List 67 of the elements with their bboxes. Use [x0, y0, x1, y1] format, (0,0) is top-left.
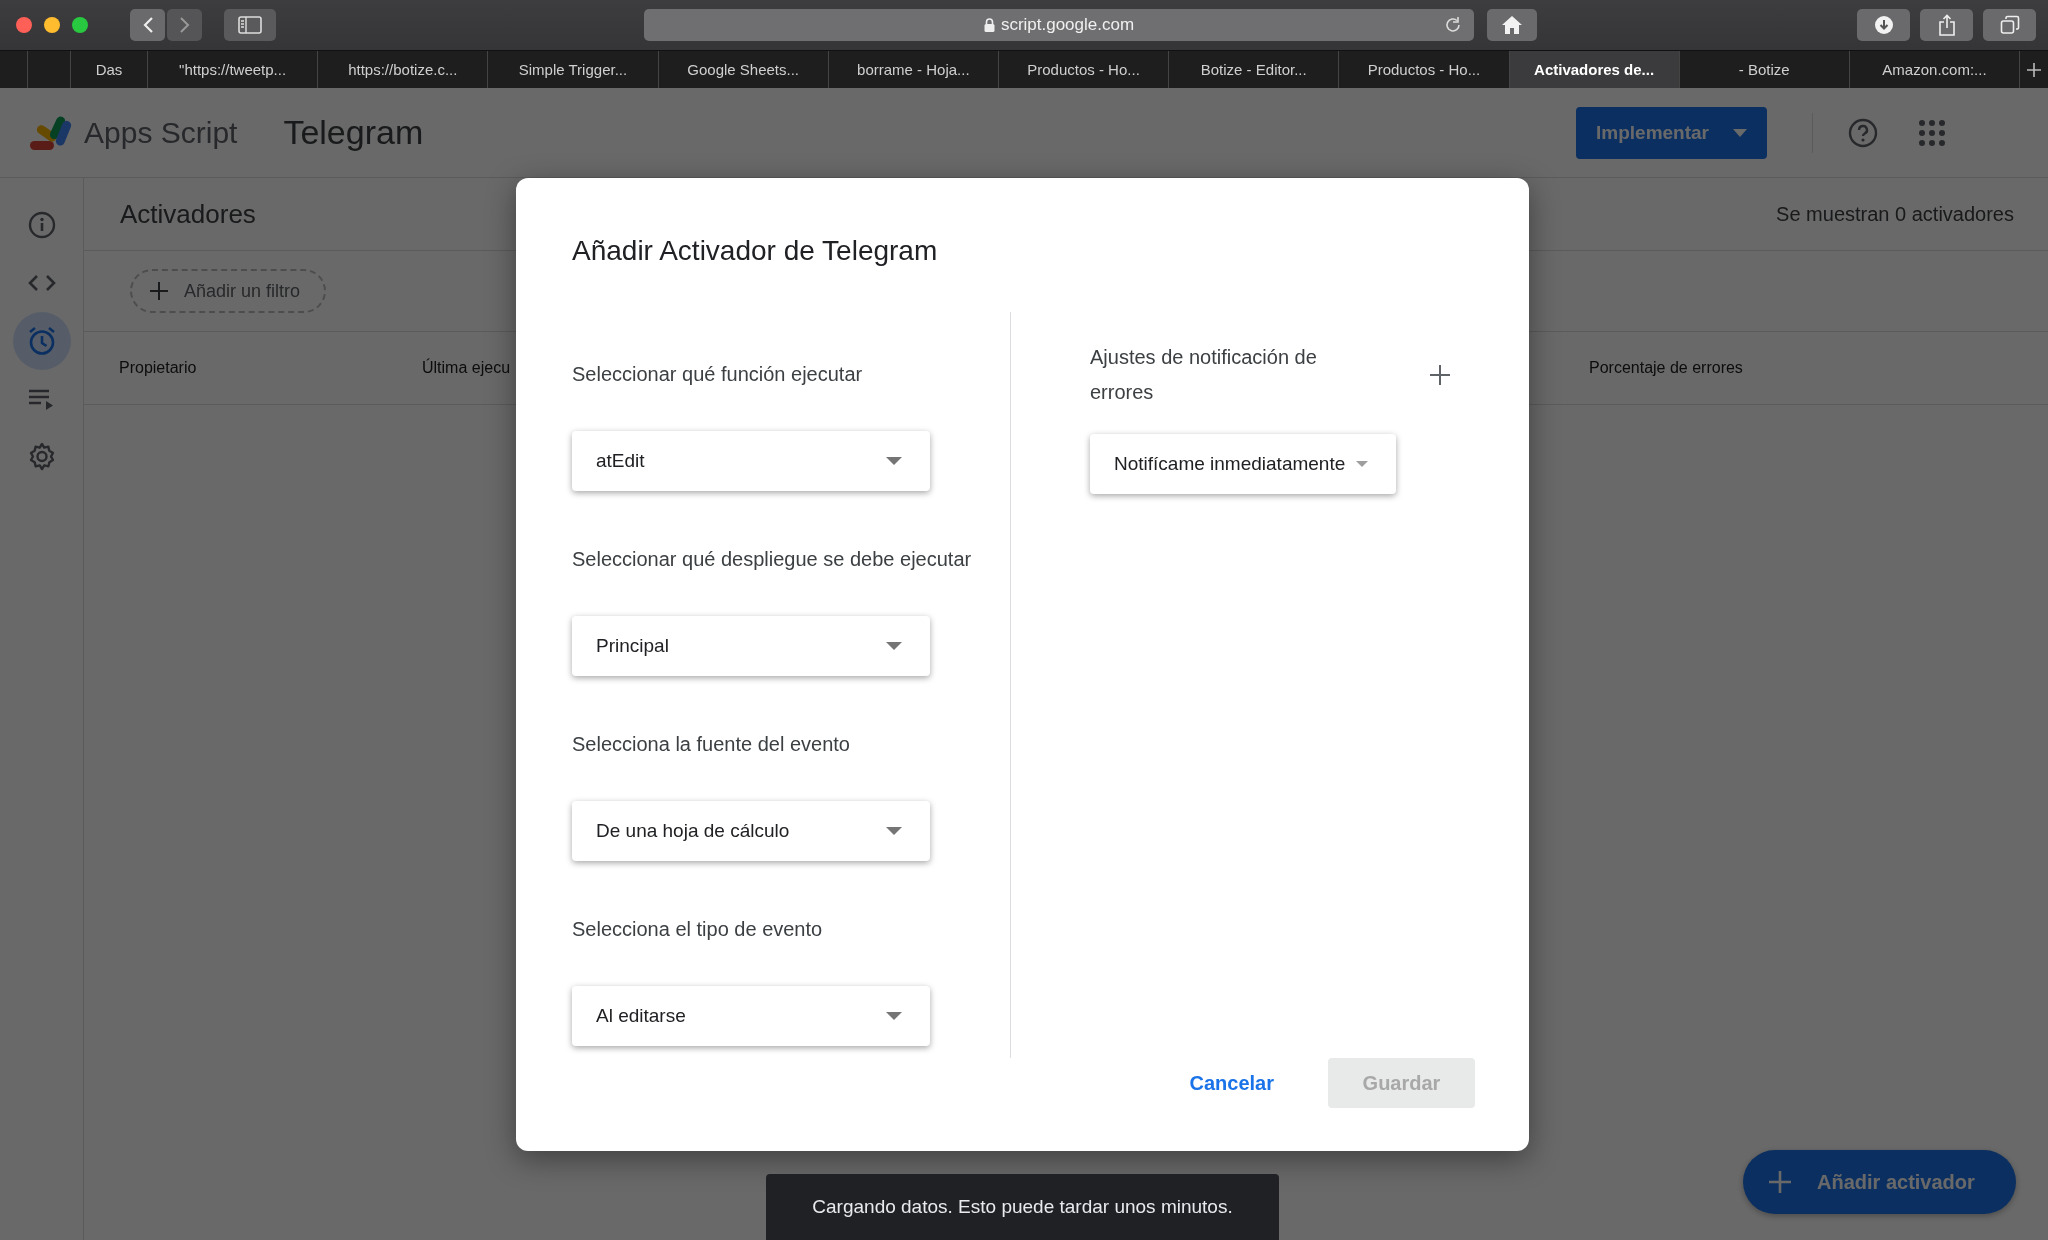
field-label: Selecciona la fuente del evento: [572, 732, 851, 756]
downloads-button[interactable]: [1857, 9, 1910, 41]
list-play-icon: [27, 388, 56, 410]
minimize-window-button[interactable]: [44, 17, 60, 33]
dropdown[interactable]: Principal: [572, 616, 930, 676]
browser-tab[interactable]: Productos - Ho...: [998, 51, 1170, 88]
browser-tab[interactable]: https://botize.c...: [318, 51, 489, 88]
forward-button[interactable]: [167, 9, 202, 41]
field-label: Ajustes de notificación de errores: [1090, 345, 1318, 405]
code-icon: [27, 274, 56, 292]
browser-tab[interactable]: Das: [71, 51, 148, 88]
home-button[interactable]: [1487, 9, 1537, 41]
zoom-window-button[interactable]: [72, 17, 88, 33]
field-label: Seleccionar qué función ejecutar: [572, 362, 864, 386]
chevron-right-icon: [178, 16, 191, 34]
column-header: Propietario: [119, 359, 197, 377]
share-button[interactable]: [1920, 9, 1973, 41]
close-window-button[interactable]: [16, 17, 32, 33]
dropdown[interactable]: De una hoja de cálculo: [572, 801, 930, 861]
home-icon: [1501, 15, 1523, 35]
dropdown-arrow-icon: [886, 642, 902, 650]
tabs-icon: [1999, 15, 2020, 35]
field-label: Selecciona el tipo de evento: [572, 917, 824, 941]
back-button[interactable]: [130, 9, 165, 41]
project-title: Telegram: [283, 113, 424, 152]
info-icon: [27, 211, 56, 239]
toast-message: Cargando datos. Esto puede tardar unos minutos.: [766, 1174, 1279, 1240]
column-header: Última ejecu: [422, 359, 511, 377]
share-icon: [1937, 14, 1956, 36]
page-title: Activadores: [120, 198, 256, 230]
chevron-left-icon: [141, 16, 154, 34]
caret-icon: [1733, 128, 1747, 137]
browser-tab[interactable]: Botize - Editor...: [1169, 51, 1340, 88]
browser-tab[interactable]: Simple Trigger...: [488, 51, 659, 88]
dropdown[interactable]: Notifícame inmediatamente: [1090, 434, 1396, 494]
cancel-button[interactable]: Cancelar: [1189, 1058, 1274, 1108]
help-icon[interactable]: [1848, 117, 1878, 148]
field-label: Seleccionar qué despliegue se debe ejecutar: [572, 547, 973, 571]
plus-icon: [150, 282, 168, 300]
browser-tab[interactable]: "https://tweetp...: [148, 51, 319, 88]
tabs-overview-button[interactable]: [1983, 9, 2036, 41]
trigger-count: Se muestran 0 activadores: [1776, 202, 2014, 226]
sidebar-toggle-button[interactable]: [224, 9, 276, 41]
dialog-title: Añadir Activador de Telegram: [572, 234, 939, 268]
browser-tab[interactable]: Activadores de...: [1509, 51, 1680, 88]
browser-tab[interactable]: Google Sheets...: [658, 51, 829, 88]
address-bar[interactable]: script.google.com: [644, 9, 1474, 41]
dropdown-arrow-icon: [886, 1012, 902, 1020]
browser-tab[interactable]: - Botize: [1679, 51, 1850, 88]
apps-grid-icon[interactable]: [1919, 119, 1945, 146]
plus-icon: [2026, 61, 2043, 78]
browser-tab[interactable]: Amazon.com:...: [1849, 51, 2021, 88]
plus-icon[interactable]: [1430, 365, 1450, 385]
lock-icon: [983, 18, 995, 32]
column-header: Porcentaje de errores: [1589, 359, 1743, 377]
reload-icon[interactable]: [1444, 16, 1462, 34]
dropdown-arrow-icon: [886, 827, 902, 835]
app-name: Apps Script: [84, 115, 238, 150]
dropdown[interactable]: Al editarse: [572, 986, 930, 1046]
dropdown[interactable]: atEdit: [572, 431, 930, 491]
browser-tab[interactable]: Productos - Ho...: [1339, 51, 1510, 88]
browser-tab[interactable]: borrame - Hoja...: [828, 51, 999, 88]
dropdown-arrow-icon: [886, 457, 902, 465]
plus-icon: [1769, 1171, 1791, 1193]
download-icon: [1873, 15, 1894, 35]
sidebar-icon: [238, 16, 262, 34]
dropdown-arrow-icon: [1356, 461, 1368, 467]
